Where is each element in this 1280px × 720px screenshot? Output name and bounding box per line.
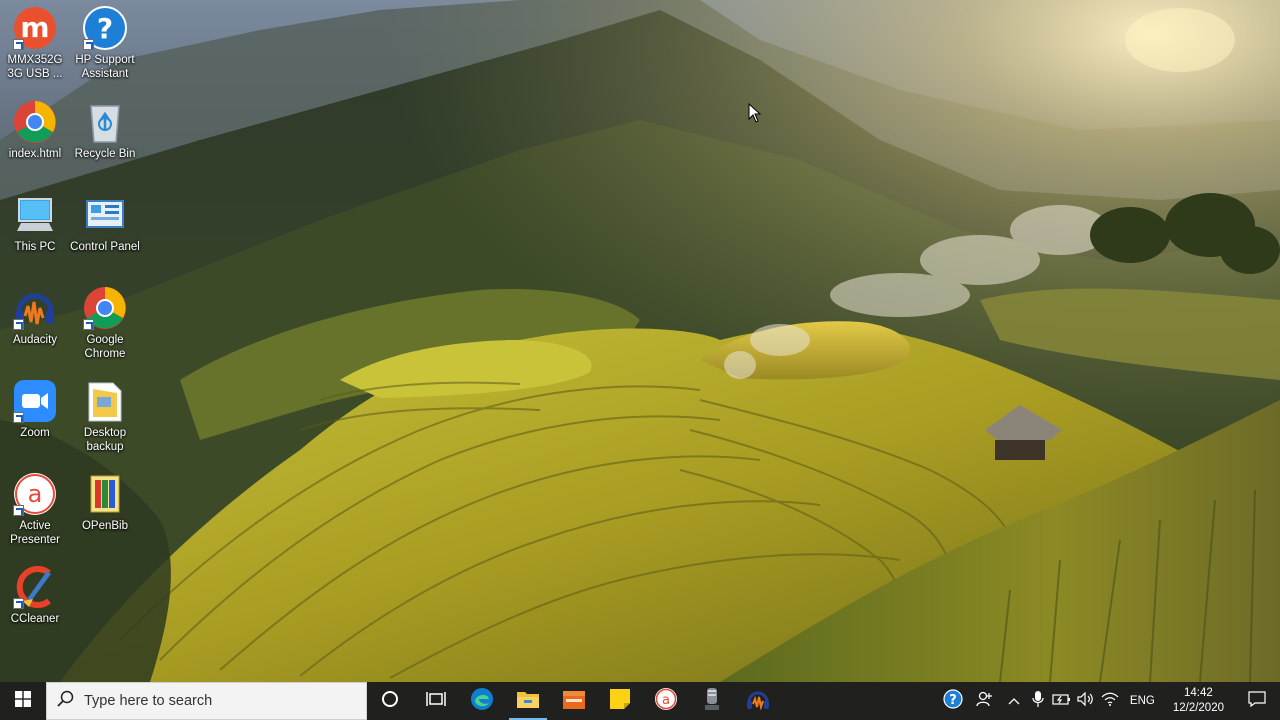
taskbar-edge[interactable] xyxy=(459,682,505,720)
this-pc-icon xyxy=(13,193,57,237)
audacity-icon xyxy=(13,286,57,330)
recycle-bin-icon xyxy=(83,100,127,144)
shortcut-arrow-icon xyxy=(83,319,94,330)
chevron-up-icon xyxy=(1008,692,1020,710)
clock-time: 14:42 xyxy=(1184,687,1213,699)
windows-logo-icon xyxy=(15,690,31,712)
svg-text:a: a xyxy=(662,693,670,708)
task-view-icon xyxy=(426,690,446,713)
zoom-icon xyxy=(13,379,57,423)
svg-text:?: ? xyxy=(949,693,957,708)
desktop-icon-control-panel[interactable]: Control Panel xyxy=(70,187,140,275)
task-view-button[interactable] xyxy=(413,682,459,720)
desktop-icon-ccleaner[interactable]: CCleaner xyxy=(0,559,70,647)
cortana-button[interactable] xyxy=(367,682,413,720)
mmx-modem-icon: m xyxy=(13,6,57,50)
desktop-icon-desktop-backup[interactable]: Desktop backup xyxy=(70,373,140,461)
desktop-wallpaper xyxy=(0,0,1280,682)
svg-text:m: m xyxy=(20,11,49,44)
desktop-icon-label: index.html xyxy=(8,148,62,160)
search-placeholder: Type here to search xyxy=(84,693,213,709)
network-tray-button[interactable] xyxy=(1098,682,1122,720)
mouse-pointer-icon xyxy=(748,102,762,128)
desktop-icon-active-presenter[interactable]: a Active Presenter xyxy=(0,466,70,554)
desktop-icon-this-pc[interactable]: This PC xyxy=(0,187,70,275)
store-app-icon xyxy=(562,688,586,715)
chrome-icon xyxy=(83,286,127,330)
help-icon: ? xyxy=(943,688,963,714)
battery-tray-button[interactable] xyxy=(1050,682,1074,720)
desktop-icon-label: Active Presenter xyxy=(10,520,60,546)
chrome-html-icon xyxy=(13,100,57,144)
microphone-tray-button[interactable] xyxy=(1026,682,1050,720)
desktop-icon-recycle-bin[interactable]: Recycle Bin xyxy=(70,94,140,182)
desktop-icon-label: Desktop backup xyxy=(83,427,127,453)
desktop-icon-label: Google Chrome xyxy=(84,334,126,360)
taskbar-store-app[interactable] xyxy=(551,682,597,720)
start-button[interactable] xyxy=(0,682,46,720)
desktop-icon-mmx[interactable]: m MMX352G 3G USB ... xyxy=(0,0,70,88)
desktop-icon-label: CCleaner xyxy=(10,613,60,625)
desktop-icon-label: Zoom xyxy=(20,427,50,439)
microphone-icon xyxy=(1032,690,1044,713)
folder-icon xyxy=(83,379,127,423)
taskbar-audacity[interactable] xyxy=(735,682,781,720)
microphone-app-icon xyxy=(702,687,722,716)
desktop-icon-label: OPenBib xyxy=(81,520,129,532)
active-presenter-icon: a xyxy=(13,472,57,516)
file-explorer-icon xyxy=(516,689,540,714)
control-panel-icon xyxy=(83,193,127,237)
system-tray: ? ENG 14:42 12/2/2020 xyxy=(938,682,1280,720)
ccleaner-icon xyxy=(13,565,57,609)
desktop-icon-label: Recycle Bin xyxy=(74,148,136,160)
search-icon xyxy=(57,690,74,712)
taskbar-active-presenter[interactable]: a xyxy=(643,682,689,720)
desktop-icon-google-chrome[interactable]: Google Chrome xyxy=(70,280,140,368)
desktop-icon-openbib[interactable]: OPenBib xyxy=(70,466,140,554)
clock[interactable]: 14:42 12/2/2020 xyxy=(1163,686,1234,716)
taskbar-file-explorer[interactable] xyxy=(505,682,551,720)
shortcut-arrow-icon xyxy=(13,319,24,330)
people-tray-button[interactable] xyxy=(968,682,1002,720)
desktop-icon-label: MMX352G 3G USB ... xyxy=(7,54,63,80)
speaker-icon xyxy=(1077,691,1095,711)
sticky-notes-icon xyxy=(609,688,631,715)
desktop-icon-label: Audacity xyxy=(12,334,58,346)
svg-text:?: ? xyxy=(97,12,113,45)
desktop-icon-zoom[interactable]: Zoom xyxy=(0,373,70,461)
shortcut-arrow-icon xyxy=(13,39,24,50)
hp-support-icon: ? xyxy=(83,6,127,50)
svg-text:a: a xyxy=(28,480,43,508)
desktop-icon-hp-support[interactable]: ? HP Support Assistant xyxy=(70,0,140,88)
taskbar-sticky-notes[interactable] xyxy=(597,682,643,720)
desktop-icon-index-html[interactable]: index.html xyxy=(0,94,70,182)
taskbar-search-box[interactable]: Type here to search xyxy=(46,682,367,720)
shortcut-arrow-icon xyxy=(13,505,24,516)
wifi-icon xyxy=(1101,692,1119,711)
shortcut-arrow-icon xyxy=(83,39,94,50)
desktop-icon-label: HP Support Assistant xyxy=(75,54,135,80)
shortcut-arrow-icon xyxy=(13,598,24,609)
help-tray-button[interactable]: ? xyxy=(938,682,968,720)
desktop-icon-audacity[interactable]: Audacity xyxy=(0,280,70,368)
action-center-button[interactable] xyxy=(1234,682,1280,720)
audacity-icon xyxy=(746,688,770,715)
desktop-icon-label: This PC xyxy=(14,241,56,253)
cortana-icon xyxy=(381,690,399,713)
show-hidden-icons-button[interactable] xyxy=(1002,682,1026,720)
edge-icon xyxy=(470,687,494,716)
clock-date: 12/2/2020 xyxy=(1172,702,1224,714)
desktop-icon-label: Control Panel xyxy=(70,241,140,253)
notification-icon xyxy=(1248,690,1266,712)
battery-charging-icon xyxy=(1052,692,1072,711)
openbib-icon xyxy=(83,472,127,516)
taskbar: Type here to search a ? ENG 14:42 12/2/2… xyxy=(0,682,1280,720)
shortcut-arrow-icon xyxy=(13,412,24,423)
people-icon xyxy=(976,690,994,713)
active-presenter-icon: a xyxy=(654,687,678,716)
input-language-indicator[interactable]: ENG xyxy=(1122,695,1163,707)
taskbar-microphone-app[interactable] xyxy=(689,682,735,720)
volume-tray-button[interactable] xyxy=(1074,682,1098,720)
